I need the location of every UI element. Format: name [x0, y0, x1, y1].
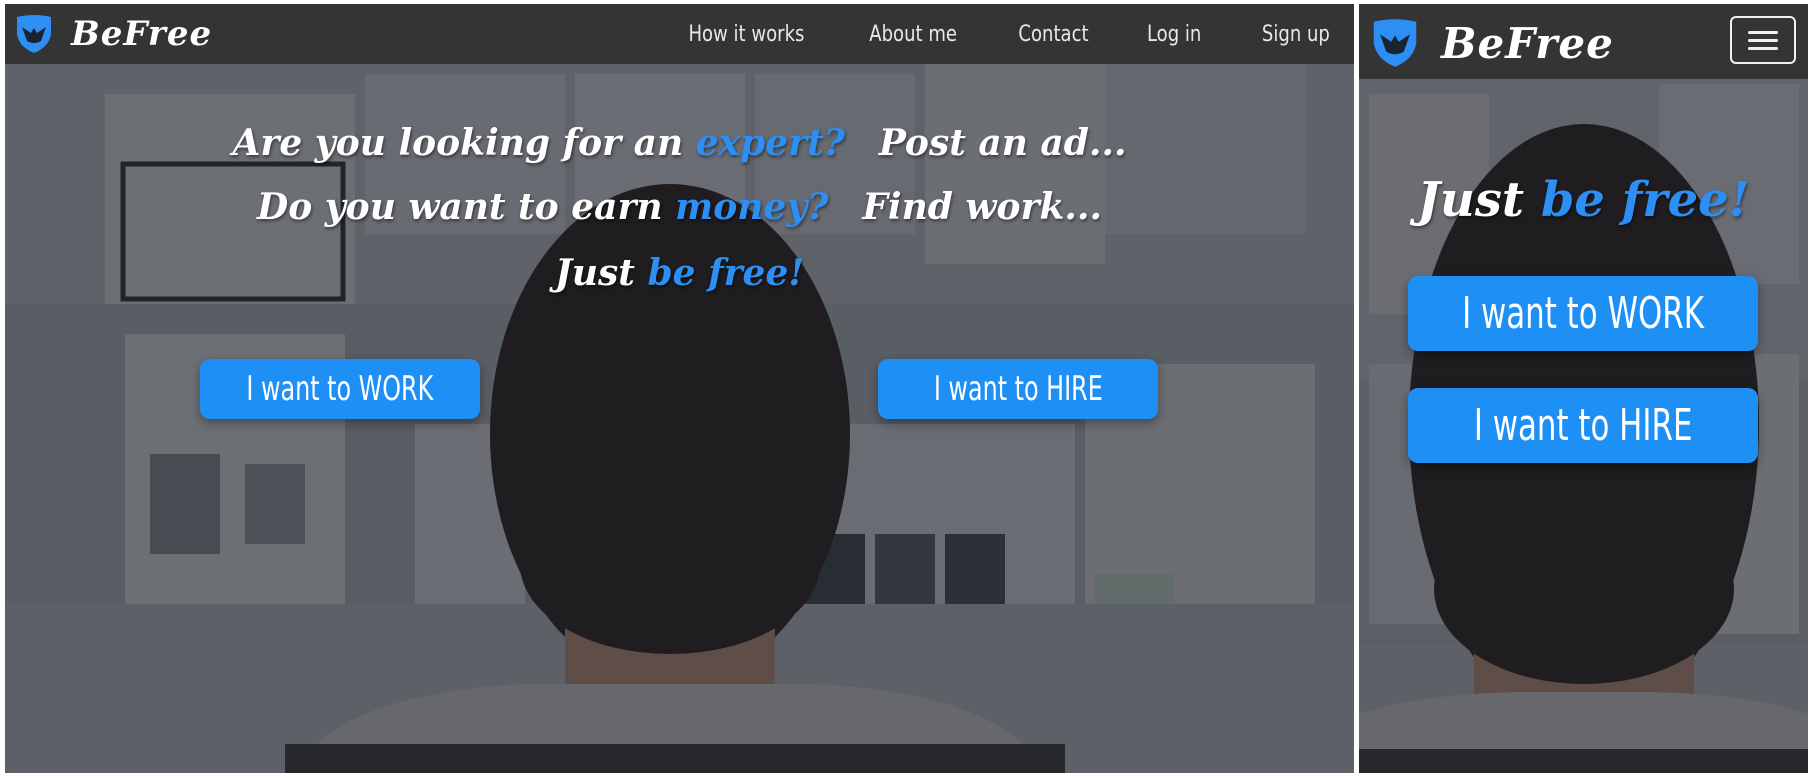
hire-button[interactable]: I want to HIRE: [878, 359, 1158, 419]
hero-cta-find-work: Find work...: [862, 186, 1102, 228]
nav-how-it-works[interactable]: How it works: [688, 22, 804, 47]
navbar: BeFree How it works About me Contact Log…: [5, 4, 1354, 64]
work-button[interactable]: I want to WORK: [1408, 276, 1758, 351]
nav-log-in[interactable]: Log in: [1147, 22, 1201, 47]
nav-menu: How it works About me Contact Log in Sig…: [617, 4, 1330, 64]
hero-accent-expert: expert?: [695, 122, 845, 164]
hero-accent-money: money?: [675, 186, 829, 228]
hero-tagline: Just be free!: [1359, 172, 1808, 228]
tagline-accent: be free!: [647, 252, 805, 294]
tagline-prefix: Just: [1417, 172, 1525, 228]
brand-name: BeFree: [71, 14, 213, 54]
hire-button[interactable]: I want to HIRE: [1408, 388, 1758, 463]
brand[interactable]: BeFree: [1371, 18, 1614, 68]
work-button[interactable]: I want to WORK: [200, 359, 480, 419]
hero-line-money: Do you want to earn money? Find work...: [5, 186, 1354, 228]
nav-contact[interactable]: Contact: [1019, 22, 1089, 47]
mobile-view: BeFree Just be free! I want to WORK I wa…: [1359, 4, 1808, 773]
hero-question-money: Do you want to earn: [257, 186, 663, 228]
work-button-label: I want to WORK: [1462, 288, 1704, 339]
hamburger-menu-icon[interactable]: [1730, 16, 1796, 64]
navbar: BeFree: [1359, 4, 1808, 79]
brand-name: BeFree: [1441, 18, 1614, 68]
nav-about-me[interactable]: About me: [869, 22, 957, 47]
desktop-view: BeFree How it works About me Contact Log…: [5, 4, 1354, 773]
tagline-accent: be free!: [1540, 172, 1750, 228]
work-button-label: I want to WORK: [246, 369, 434, 409]
bird-shield-icon: [15, 14, 53, 54]
hire-button-label: I want to HIRE: [1473, 400, 1693, 451]
nav-sign-up[interactable]: Sign up: [1262, 22, 1330, 47]
hero-line-expert: Are you looking for an expert? Post an ad…: [5, 122, 1354, 164]
hero-question-expert: Are you looking for an: [232, 122, 684, 164]
hero-tagline: Just be free!: [5, 252, 1354, 294]
hero-cta-post-ad: Post an ad...: [878, 122, 1127, 164]
brand[interactable]: BeFree: [15, 14, 212, 54]
hire-button-label: I want to HIRE: [933, 369, 1103, 409]
tagline-prefix: Just: [554, 252, 635, 294]
bird-shield-icon: [1371, 18, 1419, 68]
